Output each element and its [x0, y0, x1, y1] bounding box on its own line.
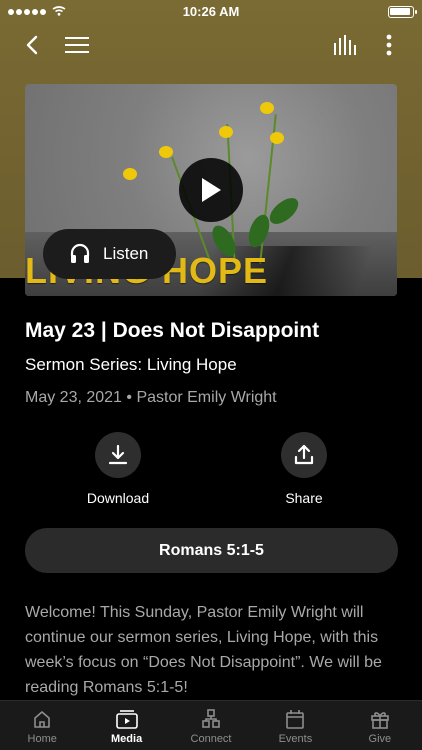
listen-button[interactable]: Listen [43, 229, 176, 279]
chevron-left-icon [26, 35, 38, 55]
share-button[interactable]: Share [244, 432, 364, 506]
tab-connect[interactable]: Connect [169, 701, 253, 750]
back-button[interactable] [18, 30, 46, 60]
tab-media[interactable]: Media [84, 701, 168, 750]
scripture-button[interactable]: Romans 5:1-5 [25, 528, 398, 573]
artwork-flower [123, 168, 137, 180]
gift-icon [371, 712, 389, 729]
sermon-description: Welcome! This Sunday, Pastor Emily Wrigh… [25, 604, 382, 696]
play-button[interactable] [179, 158, 243, 222]
hamburger-icon [65, 37, 89, 53]
home-icon [34, 711, 51, 728]
sermon-meta: May 23, 2021 • Pastor Emily Wright [25, 389, 277, 406]
artwork-flower [159, 146, 173, 158]
share-label: Share [285, 490, 323, 506]
tab-give-label: Give [368, 733, 392, 745]
menu-button[interactable] [62, 30, 92, 60]
download-icon [108, 444, 128, 465]
share-icon [294, 444, 314, 465]
play-icon [202, 178, 221, 202]
calendar-icon [286, 710, 305, 729]
tab-home-label: Home [27, 733, 57, 745]
tab-events-label: Events [278, 733, 313, 745]
download-label: Download [86, 490, 150, 506]
tab-connect-label: Connect [190, 733, 232, 745]
tab-media-label: Media [111, 733, 143, 745]
download-circle [95, 432, 141, 478]
tab-events[interactable]: Events [253, 701, 337, 750]
status-time: 10:26 AM [182, 4, 240, 19]
more-options-button[interactable] [374, 30, 404, 60]
connect-icon [202, 709, 220, 728]
audio-bars-icon [334, 35, 356, 55]
listen-label: Listen [103, 244, 149, 263]
sermon-title: May 23 | Does Not Disappoint [25, 319, 320, 342]
headphones-icon [70, 243, 90, 263]
share-circle [281, 432, 327, 478]
download-button[interactable]: Download [58, 432, 178, 506]
artwork-flower [270, 132, 284, 144]
more-vertical-icon [386, 34, 392, 56]
artwork-flower [219, 126, 233, 138]
top-nav [0, 28, 422, 62]
audio-levels-button[interactable] [330, 30, 360, 60]
status-bar: 10:26 AM [0, 0, 422, 24]
artwork-leaf [265, 193, 303, 229]
media-icon [115, 710, 138, 729]
tab-give[interactable]: Give [338, 701, 422, 750]
tab-home[interactable]: Home [0, 701, 84, 750]
artwork-flower [260, 102, 274, 114]
tab-bar: Home Media Connect Events Give [0, 700, 422, 750]
battery-icon [388, 6, 417, 18]
sermon-series: Sermon Series: Living Hope [25, 355, 237, 374]
